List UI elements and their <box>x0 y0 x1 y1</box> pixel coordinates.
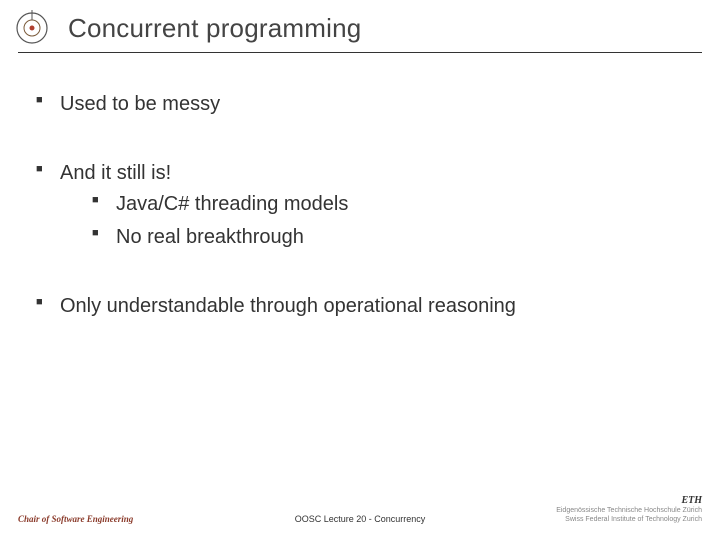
title-row: Concurrent programming <box>0 10 720 46</box>
bullet-text: Used to be messy <box>60 93 220 115</box>
bullet-text: And it still is! <box>60 162 171 184</box>
list-item: No real breakthrough <box>90 224 686 251</box>
list-item: Used to be messy <box>34 91 686 118</box>
bullet-text: No real breakthrough <box>116 226 304 248</box>
spacer <box>34 126 686 160</box>
list-item: Only understandable through operational … <box>34 293 686 320</box>
list-item: Java/C# threading models <box>90 191 686 218</box>
spacer <box>34 259 686 293</box>
bullet-list: Used to be messy <box>34 91 686 118</box>
slide-footer: Chair of Software Engineering OOSC Lectu… <box>0 494 720 524</box>
list-item: And it still is! Java/C# threading model… <box>34 160 686 251</box>
slide-title: Concurrent programming <box>68 13 361 44</box>
bullet-list: And it still is! Java/C# threading model… <box>34 160 686 251</box>
footer-center: OOSC Lecture 20 - Concurrency <box>0 514 720 524</box>
eth-logo-text: ETH <box>556 495 702 507</box>
slide-header: Concurrent programming <box>0 0 720 53</box>
spiral-logo-icon <box>14 10 50 46</box>
sub-list: Java/C# threading models No real breakth… <box>90 191 686 251</box>
slide-content: Used to be messy And it still is! Java/C… <box>0 53 720 320</box>
bullet-text: Java/C# threading models <box>116 193 348 215</box>
bullet-list: Only understandable through operational … <box>34 293 686 320</box>
slide: Concurrent programming Used to be messy … <box>0 0 720 540</box>
divider <box>18 52 702 53</box>
bullet-text: Only understandable through operational … <box>60 295 516 317</box>
